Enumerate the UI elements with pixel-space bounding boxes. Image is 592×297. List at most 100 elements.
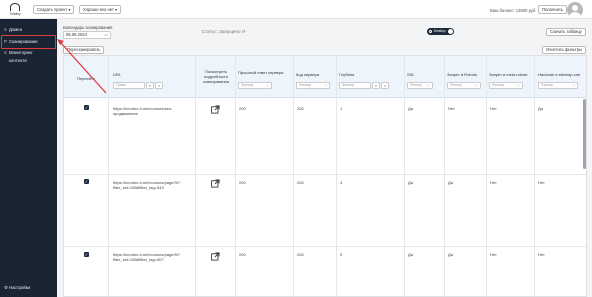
create-project-button[interactable]: Создать проект ▾ — [33, 5, 75, 14]
sidebar-item-monitoring-cont[interactable]: контента — [9, 58, 61, 63]
header-meta-robots: Запрет в meta robots — [489, 72, 528, 77]
column-divider — [293, 56, 294, 296]
main-content: Календарь сканирования 05.06.2024 ▭ Стату… — [57, 19, 592, 297]
row-depth: 5 — [340, 252, 343, 257]
column-divider — [235, 56, 236, 296]
sidebar: ≡ Домен P Сканирование ≡ Мониторинг контент… — [0, 19, 57, 297]
chevron-down-icon: ⌄ — [426, 83, 430, 87]
row-depth: 1 — [340, 106, 343, 111]
search-icon[interactable]: ⌕ — [372, 82, 380, 89]
column-divider — [336, 56, 337, 296]
balance-text: Ваш баланс: 13500 руб — [490, 8, 536, 13]
row-url[interactable]: https://tonotno-ir.net/courses/page/3/?f… — [113, 180, 191, 190]
clear-icon[interactable]: × — [381, 82, 389, 89]
row-checkbox[interactable]: ✓ — [84, 252, 89, 257]
logo-text: Тotsitey — [9, 12, 21, 16]
device-toggle[interactable]: Desktop — [427, 28, 454, 35]
sidebar-item-domain[interactable]: ≡ Домен — [4, 27, 56, 32]
sitemap-filter[interactable]: Фильтр ⌄ — [538, 82, 578, 89]
filter-placeholder: Фильтр — [541, 83, 554, 87]
avatar-body-icon — [569, 12, 581, 18]
filter-placeholder: Поиск — [116, 83, 126, 87]
desktop-icon — [429, 30, 432, 33]
sidebar-item-label: Домен — [9, 27, 23, 32]
clear-filters-button[interactable]: Очистить фильтры — [542, 46, 586, 54]
chevron-down-icon: ▾ — [115, 7, 118, 12]
header-details: Посмотреть подробности сканирования — [203, 69, 229, 84]
filter-placeholder: Фильтр — [450, 83, 463, 87]
avatar-head-icon — [572, 5, 578, 11]
header-ssl: SSL — [407, 72, 415, 77]
toggle-knob — [448, 29, 453, 34]
row-meta-robots: Нет — [490, 252, 497, 257]
row-divider — [64, 246, 586, 247]
row-checkbox[interactable]: ✓ — [84, 179, 89, 184]
header-sitemap: Наличие в sitemap.xml — [538, 72, 580, 77]
chevron-down-icon: ⌄ — [516, 83, 520, 87]
filter-placeholder: Фильтр — [410, 83, 423, 87]
top-bar: Тotsitey Создать проект ▾ Хорошо seo нет… — [0, 0, 592, 19]
row-sitemap: Нет — [538, 180, 545, 185]
search-icon[interactable]: ⌕ — [146, 82, 154, 89]
download-table-button[interactable]: Скачать таблицу — [546, 28, 586, 36]
chevron-down-icon: ⌄ — [323, 83, 327, 87]
results-table: Пересйти URL Поиск ⌕ × Посмотреть подроб… — [63, 55, 587, 297]
topup-button[interactable]: Пополнить — [538, 5, 568, 14]
row-code: 200 — [297, 106, 304, 111]
filter-placeholder: Фильтр — [342, 83, 355, 87]
row-ssl: Да — [408, 180, 413, 185]
rescan-button[interactable]: Пересканировать — [63, 46, 105, 54]
row-code: 200 — [297, 180, 304, 185]
project-select-button[interactable]: Хорошо seo нет ▾ — [79, 5, 122, 14]
open-details-icon[interactable] — [211, 179, 220, 188]
depth-filter[interactable]: Фильтр — [339, 82, 371, 89]
row-prev-response: 200 — [239, 252, 246, 257]
row-checkbox[interactable]: ✓ — [84, 105, 89, 110]
date-field[interactable]: 05.06.2024 ▭ — [63, 31, 111, 39]
filter-placeholder: Фильтр — [241, 83, 254, 87]
date-label: Календарь сканирования — [63, 25, 113, 30]
sidebar-item-label: Мониторинг — [9, 50, 33, 55]
meta-robots-filter[interactable]: Фильтр ⌄ — [489, 82, 523, 89]
avatar[interactable] — [567, 2, 583, 18]
chevron-down-icon: ▾ — [68, 7, 71, 12]
header-prev-response: Прошлый ответ сервера — [238, 70, 284, 75]
highlight-box — [1, 35, 56, 49]
url-search-input[interactable]: Поиск — [113, 82, 145, 89]
filter-placeholder: Фильтр — [492, 83, 505, 87]
robots-filter[interactable]: Фильтр ⌄ — [447, 82, 481, 89]
sidebar-item-label: Настройки — [9, 285, 31, 290]
sidebar-item-settings[interactable]: ⚙Настройки — [4, 285, 56, 291]
open-details-icon[interactable] — [211, 252, 220, 261]
logo[interactable]: Тotsitey — [6, 3, 24, 16]
filter-placeholder: Фильтр — [299, 83, 312, 87]
row-sitemap: Нет — [538, 252, 545, 257]
toggle-label: Desktop — [434, 29, 446, 33]
row-robots: Да — [448, 252, 453, 257]
column-divider — [108, 56, 109, 296]
logo-mark-icon — [10, 3, 20, 11]
row-url[interactable]: https://tonotno-ir.net/courses/page/5/?f… — [113, 252, 191, 262]
ssl-filter[interactable]: Фильтр ⌄ — [407, 82, 433, 89]
column-divider — [195, 56, 196, 296]
row-sitemap: Да — [538, 106, 543, 111]
row-code: 200 — [297, 252, 304, 257]
code-filter[interactable]: Фильтр ⌄ — [296, 82, 330, 89]
calendar-icon: ▭ — [104, 32, 108, 37]
open-details-icon[interactable] — [211, 105, 220, 114]
column-divider — [486, 56, 487, 296]
scrollbar[interactable] — [583, 99, 586, 169]
chevron-down-icon: ⌄ — [474, 83, 478, 87]
row-prev-response: 200 — [239, 106, 246, 111]
row-url[interactable]: https://tonotno-ir.net/courses/seo-продв… — [113, 106, 191, 116]
column-divider — [534, 56, 535, 296]
row-robots: Нет — [448, 106, 455, 111]
sidebar-item-monitoring[interactable]: ≡ Мониторинг — [4, 50, 56, 55]
header-rescan: Пересйти — [77, 76, 95, 81]
table-header: Пересйти URL Поиск ⌕ × Посмотреть подроб… — [64, 56, 586, 98]
header-depth: Глубина — [339, 72, 355, 77]
chevron-down-icon: ⌄ — [571, 83, 575, 87]
clear-icon[interactable]: × — [155, 82, 163, 89]
column-divider — [404, 56, 405, 296]
prev-response-filter[interactable]: Фильтр ⌄ — [238, 82, 272, 89]
